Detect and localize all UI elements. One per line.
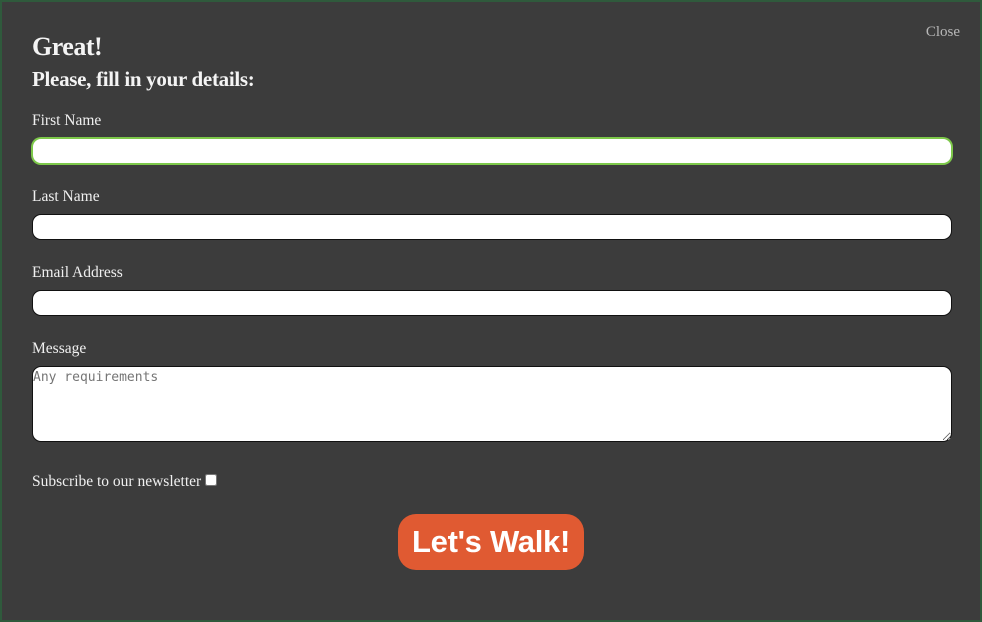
last-name-field[interactable] bbox=[32, 214, 952, 240]
modal-subtitle: Please, fill in your details: bbox=[32, 67, 255, 91]
first-name-field[interactable] bbox=[32, 138, 952, 164]
message-field[interactable] bbox=[32, 366, 952, 442]
last-name-label: Last Name bbox=[32, 188, 100, 205]
newsletter-checkbox[interactable] bbox=[205, 474, 218, 486]
close-button[interactable]: Close bbox=[926, 24, 960, 41]
first-name-label: First Name bbox=[32, 112, 102, 129]
signup-modal: Close Great! Please, fill in your detail… bbox=[2, 2, 980, 620]
modal-title: Great! bbox=[32, 32, 103, 61]
email-label: Email Address bbox=[32, 264, 123, 281]
submit-button[interactable]: Let's Walk! bbox=[398, 514, 584, 570]
newsletter-label: Subscribe to our newsletter bbox=[32, 473, 202, 490]
message-label: Message bbox=[32, 340, 87, 357]
newsletter-row: Subscribe to our newsletter bbox=[32, 473, 218, 491]
email-field[interactable] bbox=[32, 290, 952, 316]
